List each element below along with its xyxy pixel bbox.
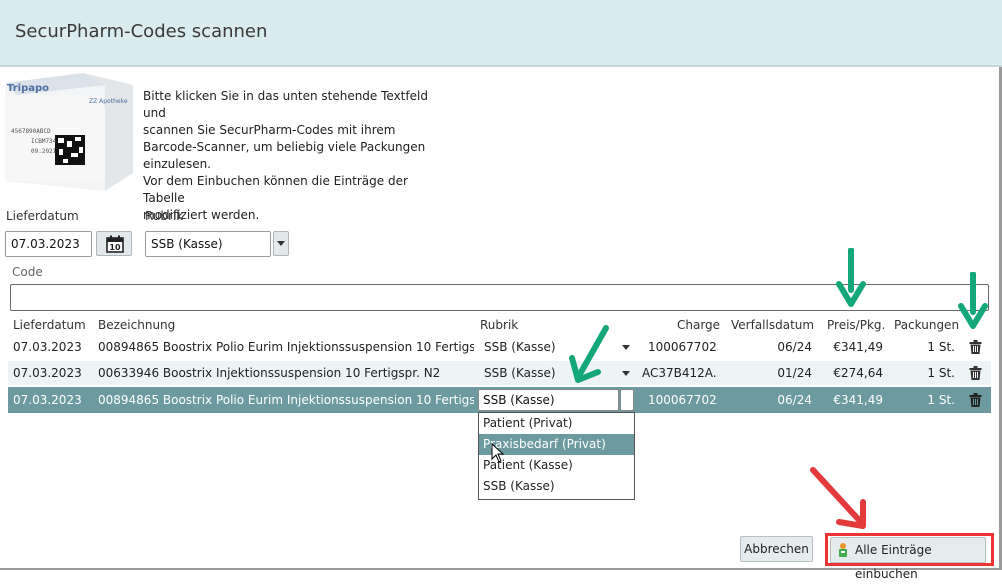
- book-all-label: Alle Einträge einbuchen: [855, 543, 932, 581]
- cell-packungen: 1 St.: [927, 393, 955, 407]
- cell-lieferdatum: 07.03.2023: [13, 393, 82, 407]
- col-verfallsdatum[interactable]: Verfallsdatum: [731, 318, 814, 332]
- chevron-down-icon[interactable]: [622, 371, 630, 376]
- cell-charge: 1000677023: [648, 340, 718, 354]
- cell-packungen: 1 St.: [927, 366, 955, 380]
- instruction-line: modifiziert werden.: [143, 208, 260, 222]
- col-rubrik[interactable]: Rubrik: [480, 318, 518, 332]
- trash-icon[interactable]: [969, 393, 982, 407]
- lieferdatum-input[interactable]: 07.03.2023: [5, 231, 92, 257]
- table-row-selected[interactable]: 07.03.2023 00894865 Boostrix Polio Eurim…: [8, 387, 991, 413]
- annotation-arrow-down-icon: [958, 272, 988, 329]
- rubrik-label: Rubrik: [145, 209, 184, 223]
- datamatrix-code: [55, 135, 85, 165]
- calendar-day-text: 10: [109, 243, 121, 252]
- trash-icon[interactable]: [969, 366, 982, 380]
- product-brand-text: Tripapo: [7, 83, 49, 94]
- cell-rubrik[interactable]: SSB (Kasse): [484, 340, 556, 354]
- instruction-line: Barcode-Scanner, um beliebig viele Packu…: [143, 140, 426, 154]
- dialog-title-bar: SecurPharm-Codes scannen: [0, 0, 1002, 67]
- instruction-line: Bitte klicken Sie in das unten stehende …: [143, 89, 428, 120]
- mouse-cursor-icon: [491, 443, 505, 463]
- svg-text:ICBM734: ICBM734: [31, 138, 57, 145]
- cell-preis: €341,49: [833, 393, 883, 407]
- book-all-button[interactable]: Alle Einträge einbuchen: [830, 537, 986, 581]
- cell-packungen: 1 St.: [927, 340, 955, 354]
- book-in-icon: [839, 543, 847, 557]
- cell-verfall: 06/24: [777, 340, 812, 354]
- table-row[interactable]: 07.03.2023 00633946 Boostrix Injektionss…: [8, 361, 991, 385]
- cell-charge: AC37B412A...: [642, 366, 718, 380]
- cell-bezeichnung: 00633946 Boostrix Injektionssuspension 1…: [98, 366, 441, 380]
- cell-charge: 1000677023: [648, 393, 718, 407]
- rubrik-select[interactable]: SSB (Kasse): [145, 231, 271, 257]
- trash-icon[interactable]: [969, 340, 982, 354]
- annotation-arrow-red-icon: [810, 467, 866, 529]
- annotation-arrow-diagonal-icon: [569, 325, 609, 383]
- instruction-text: Bitte klicken Sie in das unten stehende …: [143, 88, 443, 224]
- annotation-arrow-down-icon: [836, 248, 866, 307]
- cell-preis: €341,49: [833, 340, 883, 354]
- dropdown-option[interactable]: SSB (Kasse): [479, 476, 634, 497]
- calendar-button[interactable]: 10: [96, 231, 132, 256]
- rubrik-cell-dropdown-button[interactable]: [620, 389, 634, 411]
- calendar-icon: 10: [106, 235, 124, 253]
- instruction-line: Vor dem Einbuchen können die Einträge de…: [143, 174, 408, 205]
- col-preis[interactable]: Preis/Pkg.: [827, 318, 885, 332]
- dialog-title: SecurPharm-Codes scannen: [15, 21, 268, 42]
- chevron-down-icon: [623, 398, 631, 403]
- col-lieferdatum[interactable]: Lieferdatum: [13, 318, 86, 332]
- col-charge[interactable]: Charge: [677, 318, 720, 332]
- cell-verfall: 06/24: [777, 393, 812, 407]
- svg-text:4567890ABCD: 4567890ABCD: [11, 128, 51, 135]
- code-label: Code: [12, 265, 43, 279]
- cell-preis: €274,64: [833, 366, 883, 380]
- cancel-button[interactable]: Abbrechen: [740, 536, 813, 562]
- dropdown-option[interactable]: Patient (Privat): [479, 413, 634, 434]
- lieferdatum-label: Lieferdatum: [6, 209, 79, 223]
- chevron-down-icon[interactable]: [622, 345, 630, 350]
- col-packungen[interactable]: Packungen: [894, 318, 959, 332]
- rubrik-cell-editor[interactable]: SSB (Kasse): [478, 389, 619, 411]
- col-bezeichnung[interactable]: Bezeichnung: [98, 318, 175, 332]
- cell-lieferdatum: 07.03.2023: [13, 340, 82, 354]
- product-expiry-text: 09.2021: [31, 148, 57, 155]
- cell-lieferdatum: 07.03.2023: [13, 366, 82, 380]
- table-row[interactable]: 07.03.2023 00894865 Boostrix Polio Eurim…: [8, 335, 991, 359]
- cell-verfall: 01/24: [777, 366, 812, 380]
- rubrik-dropdown-button[interactable]: [273, 231, 289, 256]
- cell-bezeichnung: 00894865 Boostrix Polio Eurim Injektions…: [98, 340, 474, 354]
- product-package-image: Tripapo ZZ Apotheke 4567890ABCD ICBM734 …: [5, 73, 133, 191]
- chevron-down-icon: [277, 241, 285, 246]
- cell-bezeichnung: 00894865 Boostrix Polio Eurim Injektions…: [98, 393, 474, 407]
- product-pharmacy-text: ZZ Apotheke: [89, 98, 128, 105]
- cell-rubrik[interactable]: SSB (Kasse): [484, 366, 556, 380]
- instruction-line: einzulesen.: [143, 157, 211, 171]
- instruction-line: scannen Sie SecurPharm-Codes mit ihrem: [143, 123, 396, 137]
